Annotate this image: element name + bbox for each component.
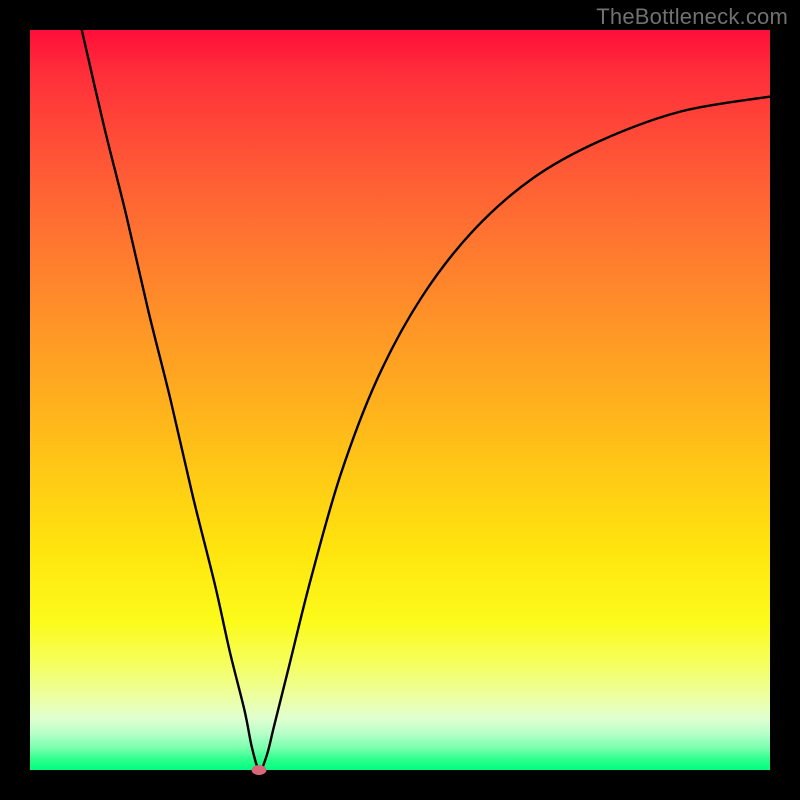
curve-svg [30,30,770,770]
chart-container: TheBottleneck.com [0,0,800,800]
bottleneck-curve [82,30,770,770]
minimum-marker [252,765,267,775]
watermark-text: TheBottleneck.com [596,4,788,30]
plot-area [30,30,770,770]
